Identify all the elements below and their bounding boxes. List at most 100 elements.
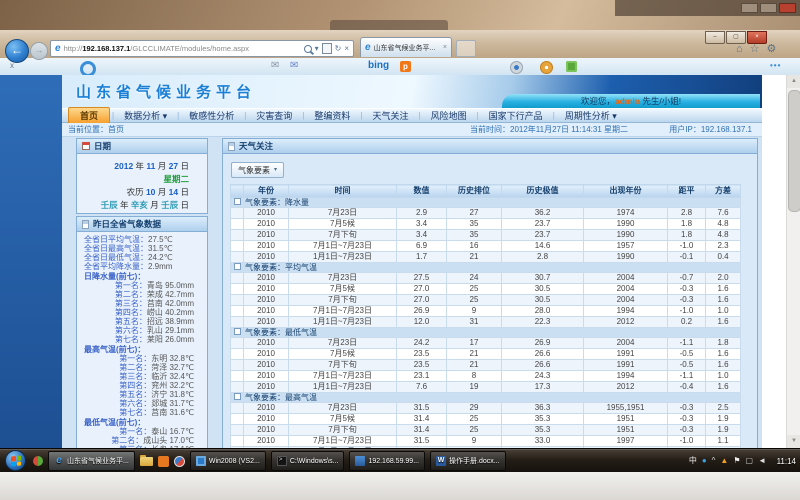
element-filter-button[interactable]: 气象要素▾ bbox=[231, 162, 284, 178]
ie-favicon: e bbox=[55, 44, 61, 54]
minimize-button[interactable]: – bbox=[705, 31, 725, 44]
main-panel-header: 天气关注 bbox=[223, 139, 757, 154]
scroll-up-icon[interactable]: ▲ bbox=[787, 75, 800, 88]
explorer-icon[interactable] bbox=[140, 457, 153, 466]
disc-icon[interactable] bbox=[510, 61, 523, 74]
table-cell: 7月1日~7月23日 bbox=[289, 306, 397, 317]
app-orange-icon[interactable] bbox=[158, 456, 169, 467]
table-cell: 1957 bbox=[584, 241, 668, 252]
date-line-1: 星期二 bbox=[77, 173, 189, 186]
ime-indicator[interactable]: 中 bbox=[689, 456, 697, 466]
table-cell: 25 bbox=[447, 284, 502, 295]
network-globe-icon[interactable]: ● bbox=[702, 456, 707, 466]
scroll-down-icon[interactable]: ▼ bbox=[787, 435, 800, 448]
table-row: 20107月1日~7月23日26.9928.01994-1.01.0 bbox=[231, 306, 741, 317]
group-label: 气象要素：降水量 bbox=[245, 198, 309, 207]
search-caret-icon[interactable]: ▾ bbox=[315, 44, 319, 54]
nav-item-2[interactable]: 敏感性分析 bbox=[179, 109, 244, 122]
show-hidden-icons[interactable]: ^ bbox=[712, 456, 716, 466]
nav-item-3[interactable]: 灾害查询 bbox=[246, 109, 302, 122]
taskbar-window-button-5[interactable]: Win2008 (VS2... bbox=[190, 451, 266, 471]
refresh-icon[interactable]: ↻ bbox=[335, 44, 342, 54]
weather-panel-title: 昨日全省气象数据 bbox=[93, 218, 161, 230]
table-cell: 1.0 bbox=[706, 306, 741, 317]
back-button[interactable]: ← bbox=[5, 39, 29, 63]
group-checkbox[interactable] bbox=[234, 198, 241, 205]
group-row-0[interactable]: 气象要素：降水量 bbox=[231, 198, 741, 208]
table-cell: 27 bbox=[447, 208, 502, 219]
group-row-3[interactable]: 气象要素：最高气温 bbox=[231, 393, 741, 403]
group-row-2[interactable]: 气象要素：最低气温 bbox=[231, 328, 741, 338]
nav-bar: 首页|数据分析 ▾|敏感性分析|灾害查询|整编资料|天气关注|风险地图|国家下行… bbox=[62, 108, 762, 123]
bing-logo[interactable]: bing bbox=[368, 60, 389, 71]
taskbar-window-button-1[interactable]: e山东省气候业务平... bbox=[48, 451, 135, 471]
table-cell: 1月1日~7月23日 bbox=[289, 252, 397, 263]
column-header-6: 距平 bbox=[668, 185, 706, 198]
overflow-dots-icon[interactable]: ••• bbox=[770, 61, 781, 70]
mail-icon[interactable]: ✉ bbox=[271, 60, 279, 71]
table-cell: -0.7 bbox=[668, 273, 706, 284]
table-row: 20101月1日~7月23日12.03122.320120.21.6 bbox=[231, 317, 741, 328]
taskbar-window-button-8[interactable]: 操作手册.docx... bbox=[430, 451, 506, 471]
media-player-icon[interactable] bbox=[174, 456, 185, 467]
ranking-item: 第五名：济宁 31.8℃ bbox=[77, 390, 207, 399]
nav-item-0[interactable]: 首页 bbox=[68, 107, 110, 124]
gear-icon[interactable]: ⚙ bbox=[767, 43, 777, 56]
table-cell: 2012 bbox=[584, 317, 668, 328]
group-row-1[interactable]: 气象要素：平均气温 bbox=[231, 263, 741, 273]
action-center-flag-icon[interactable]: ⚑ bbox=[733, 456, 740, 466]
forward-button[interactable]: → bbox=[30, 42, 48, 60]
ranking-heading-2: 最低气温(前七)： bbox=[77, 418, 207, 427]
start-button[interactable] bbox=[5, 450, 26, 471]
new-tab-button[interactable] bbox=[456, 40, 476, 57]
taskbar-window-button-7[interactable]: 192.168.59.99... bbox=[349, 451, 425, 471]
nav-item-7[interactable]: 国家下行产品 bbox=[479, 109, 553, 122]
table-cell: 17 bbox=[447, 338, 502, 349]
browser-tab[interactable]: e 山东省气候业务平... × bbox=[360, 37, 452, 57]
group-checkbox[interactable] bbox=[234, 393, 241, 400]
volume-icon[interactable]: ◄ bbox=[758, 456, 766, 466]
group-checkbox[interactable] bbox=[234, 328, 241, 335]
nav-item-5[interactable]: 天气关注 bbox=[362, 109, 418, 122]
nav-item-4[interactable]: 整编资料 bbox=[304, 109, 360, 122]
compatibility-view-icon[interactable] bbox=[322, 43, 332, 54]
table-cell: 2010 bbox=[244, 241, 289, 252]
scrollbar-thumb[interactable] bbox=[788, 90, 800, 212]
network-icon[interactable]: ▢ bbox=[746, 456, 754, 466]
search-icon[interactable] bbox=[304, 45, 312, 53]
address-bar[interactable]: e http://192.168.137.1/GLCCLIMATE/module… bbox=[50, 40, 354, 57]
table-cell: 1.6 bbox=[706, 295, 741, 306]
nav-item-8[interactable]: 周期性分析 ▾ bbox=[555, 109, 627, 122]
table-row: 20107月5候31.42535.31951-0.31.9 bbox=[231, 414, 741, 425]
browser-window: ← → e http://192.168.137.1/GLCCLIMATE/mo… bbox=[0, 30, 800, 448]
browser-scrollbar[interactable]: ▲ ▼ bbox=[786, 75, 800, 448]
app-icon[interactable] bbox=[33, 456, 43, 466]
table-cell: 7月23日 bbox=[289, 273, 397, 284]
nav-item-1[interactable]: 数据分析 ▾ bbox=[114, 109, 177, 122]
table-cell: 26.6 bbox=[502, 349, 584, 360]
home-icon[interactable]: ⌂ bbox=[736, 43, 743, 56]
taskbar: e山东省气候业务平... Win2008 (VS2...C:\Windows\s.… bbox=[0, 448, 800, 473]
ranking-item: 第三名：莒南 42.0mm bbox=[77, 299, 207, 308]
nav-item-6[interactable]: 风险地图 bbox=[421, 109, 477, 122]
table-cell: 36.3 bbox=[502, 403, 584, 414]
update-icon[interactable]: ▲ bbox=[720, 456, 728, 466]
table-row: 20107月下旬3.43523.719901.84.8 bbox=[231, 230, 741, 241]
table-cell: 7月5候 bbox=[289, 414, 397, 425]
tray-icons: 中 ● ^ ▲ ⚑ ▢ ◄ bbox=[689, 449, 766, 473]
table-cell: 23.5 bbox=[397, 349, 447, 360]
table-cell: 2010 bbox=[244, 252, 289, 263]
ranking-item: 第一名：青岛 95.0mm bbox=[77, 281, 207, 290]
p-app-icon[interactable]: p bbox=[400, 61, 411, 72]
favorites-star-icon[interactable]: ☆ bbox=[750, 43, 760, 56]
taskbar-clock[interactable]: 11:14 bbox=[777, 449, 796, 473]
mail-icon-2[interactable]: ✉ bbox=[290, 60, 298, 71]
tab-close-icon[interactable]: × bbox=[443, 44, 447, 51]
group-checkbox[interactable] bbox=[234, 263, 241, 270]
taskbar-window-button-6[interactable]: C:\Windows\s... bbox=[271, 451, 345, 471]
ranking-item: 第四名：崂山 40.2mm bbox=[77, 308, 207, 317]
plugin-icon[interactable] bbox=[566, 61, 577, 72]
weather-stat-1: 全省日最高气温：31.5℃ bbox=[77, 244, 207, 253]
addon-icon[interactable] bbox=[540, 61, 553, 74]
stop-icon[interactable]: × bbox=[344, 44, 349, 54]
